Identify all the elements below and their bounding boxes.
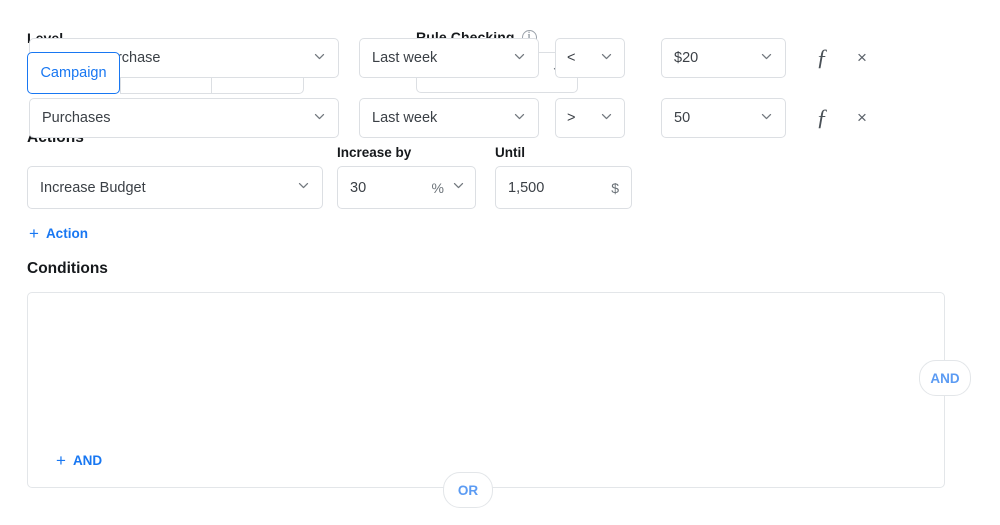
condition-value-text: 50 [674, 110, 752, 126]
chevron-down-icon [297, 179, 310, 196]
condition-row: Purchases Last week > 50 ƒ × [29, 98, 879, 138]
chevron-down-icon [313, 50, 326, 67]
level-option-campaign-label: Campaign [40, 65, 106, 81]
condition-range-select[interactable]: Last week [359, 98, 539, 138]
conditions-title: Conditions [27, 260, 108, 278]
close-icon[interactable]: × [849, 98, 875, 138]
increase-by-field[interactable]: 30 % [337, 166, 476, 209]
condition-operator-value: > [567, 110, 592, 126]
condition-range-value: Last week [372, 50, 505, 66]
increase-by-unit: % [432, 180, 444, 196]
and-group-pill[interactable]: AND [919, 360, 971, 396]
chevron-down-icon [513, 50, 526, 67]
condition-value-text: $20 [674, 50, 752, 66]
chevron-down-icon [600, 110, 613, 127]
chevron-down-icon [600, 50, 613, 67]
chevron-down-icon [513, 110, 526, 127]
add-action-label: Action [46, 226, 88, 241]
condition-value-select[interactable]: 50 [661, 98, 786, 138]
condition-range-select[interactable]: Last week [359, 38, 539, 78]
or-group-pill[interactable]: OR [443, 472, 493, 508]
close-icon[interactable]: × [849, 38, 875, 78]
plus-icon: + [56, 452, 66, 469]
condition-metric-value: Purchases [42, 110, 305, 126]
condition-operator-value: < [567, 50, 592, 66]
add-action-button[interactable]: + Action [29, 225, 88, 242]
level-option-campaign[interactable]: Campaign [27, 52, 120, 94]
condition-row: Cost per purchase Last week < $20 ƒ × [29, 38, 879, 78]
until-unit: $ [611, 180, 619, 196]
rule-editor-page: Level Campaign Adset Ad Rule Checking i … [0, 0, 1000, 525]
increase-by-value: 30 [350, 180, 426, 196]
function-icon[interactable]: ƒ [809, 98, 835, 138]
add-and-condition-button[interactable]: + AND [56, 452, 102, 469]
until-value: 1,500 [508, 180, 605, 196]
condition-value-select[interactable]: $20 [661, 38, 786, 78]
function-icon[interactable]: ƒ [809, 38, 835, 78]
condition-metric-select[interactable]: Purchases [29, 98, 339, 138]
condition-operator-select[interactable]: < [555, 38, 625, 78]
until-field[interactable]: 1,500 $ [495, 166, 632, 209]
plus-icon: + [29, 225, 39, 242]
action-type-value: Increase Budget [40, 180, 289, 196]
conditions-group [27, 292, 945, 488]
chevron-down-icon [313, 110, 326, 127]
add-and-label: AND [73, 453, 102, 468]
until-label: Until [495, 145, 525, 160]
chevron-down-icon [760, 110, 773, 127]
action-type-select[interactable]: Increase Budget [27, 166, 323, 209]
chevron-down-icon [760, 50, 773, 67]
condition-range-value: Last week [372, 110, 505, 126]
chevron-down-icon[interactable] [452, 179, 465, 196]
increase-by-label: Increase by [337, 145, 411, 160]
condition-operator-select[interactable]: > [555, 98, 625, 138]
